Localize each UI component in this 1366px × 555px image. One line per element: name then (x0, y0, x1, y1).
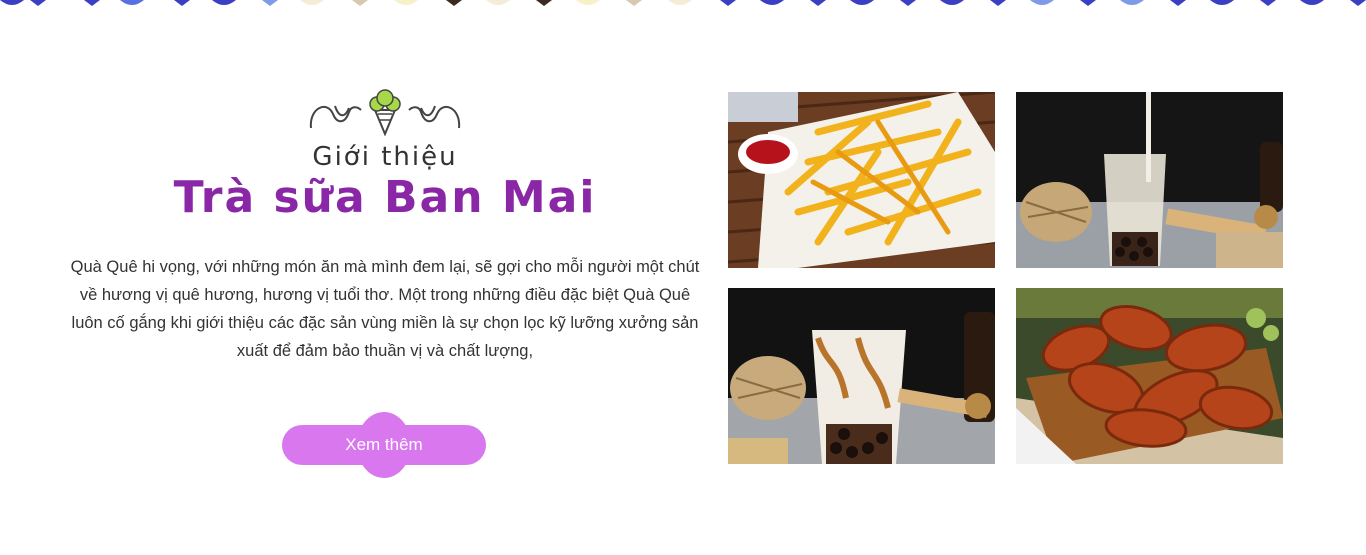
section-subtitle: Giới thiệu (312, 142, 458, 172)
intro-section: Giới thiệu Trà sữa Ban Mai Quà Quê hi vọ… (60, 88, 710, 365)
see-more-button-label: Xem thêm (345, 435, 423, 454)
section-title: Trà sữa Ban Mai (173, 172, 597, 223)
intro-description: Quà Quê hi vọng, với những món ăn mà mìn… (70, 258, 700, 360)
caramel-milk-tea-photo (728, 288, 995, 464)
decorative-top-border (0, 0, 1366, 6)
ice-cream-icon (309, 89, 461, 136)
see-more-button[interactable]: Xem thêm (282, 412, 486, 478)
fried-chicken-wings-photo (1016, 288, 1283, 464)
french-fries-photo (728, 92, 995, 268)
milk-tea-pouring-photo (1016, 92, 1283, 268)
